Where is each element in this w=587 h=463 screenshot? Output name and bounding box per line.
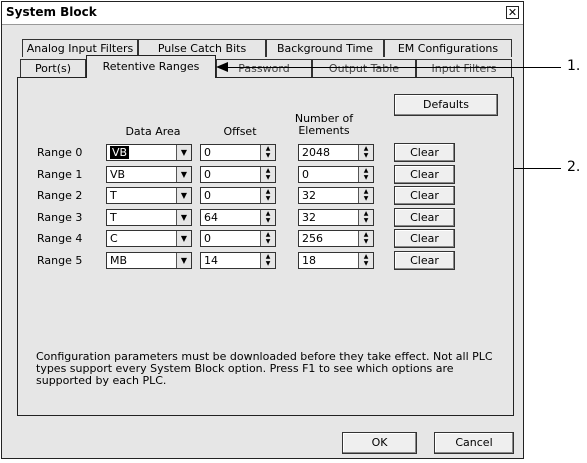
tab-label: Output Table [328, 62, 400, 75]
elements-stepper[interactable]: 32 ▲ ▼ [298, 187, 374, 204]
spin-arrows-icon[interactable]: ▲ ▼ [358, 253, 373, 268]
offset-value: 64 [204, 211, 218, 224]
dropdown-arrow-icon[interactable]: ▼ [176, 210, 191, 225]
offset-value: 0 [204, 146, 211, 159]
offset-stepper[interactable]: 0 ▲ ▼ [200, 187, 276, 204]
elements-value: 32 [302, 189, 316, 202]
spin-arrows-icon[interactable]: ▲ ▼ [358, 145, 373, 160]
spin-arrows-icon[interactable]: ▲ ▼ [260, 167, 275, 182]
elements-stepper[interactable]: 2048 ▲ ▼ [298, 144, 374, 161]
elements-stepper[interactable]: 256 ▲ ▼ [298, 230, 374, 247]
clear-button[interactable]: Clear [394, 251, 455, 270]
elements-value: 32 [302, 211, 316, 224]
tab-input-filters[interactable]: Input Filters [416, 59, 512, 77]
data-area-value: T [110, 189, 117, 202]
elements-stepper[interactable]: 32 ▲ ▼ [298, 209, 374, 226]
callout-label-1: 1. [567, 58, 581, 74]
tab-label: Background Time [276, 42, 374, 55]
elements-value: 256 [302, 232, 323, 245]
callout-label-2: 2. [567, 159, 581, 175]
dropdown-arrow-icon[interactable]: ▼ [176, 253, 191, 268]
tab-label: Retentive Ranges [102, 60, 200, 73]
tab-em-configurations[interactable]: EM Configurations [384, 39, 512, 57]
tab-label: Pulse Catch Bits [157, 42, 247, 55]
offset-value: 14 [204, 254, 218, 267]
spin-arrows-icon[interactable]: ▲ ▼ [260, 210, 275, 225]
tab-label: Port(s) [34, 62, 72, 75]
clear-button[interactable]: Clear [394, 208, 455, 227]
header-data-area: Data Area [125, 125, 181, 138]
retentive-ranges-panel: Defaults Data Area Offset Number of Elem… [17, 77, 514, 416]
spin-arrows-icon[interactable]: ▲ ▼ [358, 167, 373, 182]
tab-output-table[interactable]: Output Table [312, 59, 416, 77]
data-area-select[interactable]: C ▼ [106, 230, 192, 247]
spin-arrows-icon[interactable]: ▲ ▼ [260, 188, 275, 203]
defaults-button[interactable]: Defaults [394, 94, 498, 116]
title-bar: System Block ✕ [2, 2, 523, 25]
callout-arrow-1 [216, 62, 228, 72]
clear-button[interactable]: Clear [394, 186, 455, 205]
tab-label: Password [238, 62, 290, 75]
window-title: System Block [6, 5, 97, 19]
offset-stepper[interactable]: 0 ▲ ▼ [200, 144, 276, 161]
elements-value: 2048 [302, 146, 330, 159]
callout-line-1 [227, 67, 561, 68]
data-area-select[interactable]: MB ▼ [106, 252, 192, 269]
spin-arrows-icon[interactable]: ▲ ▼ [260, 231, 275, 246]
range-row-label: Range 1 [37, 168, 83, 181]
data-area-select[interactable]: T ▼ [106, 209, 192, 226]
elements-stepper[interactable]: 18 ▲ ▼ [298, 252, 374, 269]
dropdown-arrow-icon[interactable]: ▼ [176, 188, 191, 203]
close-button[interactable]: ✕ [506, 6, 519, 19]
spin-arrows-icon[interactable]: ▲ ▼ [358, 188, 373, 203]
range-row-label: Range 3 [37, 211, 83, 224]
range-row-label: Range 4 [37, 232, 83, 245]
clear-button[interactable]: Clear [394, 143, 455, 162]
ok-button[interactable]: OK [342, 432, 417, 454]
data-area-select[interactable]: VB ▼ [106, 166, 192, 183]
data-area-value: T [110, 211, 117, 224]
system-block-dialog: System Block ✕ Analog Input Filters Puls… [1, 1, 524, 459]
data-area-value: VB [110, 146, 130, 159]
elements-value: 0 [302, 168, 309, 181]
offset-stepper[interactable]: 0 ▲ ▼ [200, 230, 276, 247]
elements-stepper[interactable]: 0 ▲ ▼ [298, 166, 374, 183]
tab-label: Input Filters [431, 62, 497, 75]
configuration-note: Configuration parameters must be downloa… [36, 350, 493, 387]
dropdown-arrow-icon[interactable]: ▼ [176, 145, 191, 160]
range-row-label: Range 5 [37, 254, 83, 267]
spin-arrows-icon[interactable]: ▲ ▼ [358, 231, 373, 246]
data-area-value: MB [110, 254, 128, 267]
range-row-label: Range 2 [37, 189, 83, 202]
data-area-value: VB [110, 168, 126, 181]
data-area-select[interactable]: VB ▼ [106, 144, 192, 161]
tab-label: Analog Input Filters [26, 42, 134, 55]
cancel-button[interactable]: Cancel [434, 432, 514, 454]
clear-button[interactable]: Clear [394, 229, 455, 248]
offset-stepper[interactable]: 0 ▲ ▼ [200, 166, 276, 183]
spin-arrows-icon[interactable]: ▲ ▼ [260, 253, 275, 268]
tab-label: EM Configurations [397, 42, 499, 55]
tab-background-time[interactable]: Background Time [266, 39, 384, 57]
elements-value: 18 [302, 254, 316, 267]
spin-arrows-icon[interactable]: ▲ ▼ [358, 210, 373, 225]
header-offset: Offset [223, 125, 257, 138]
clear-button[interactable]: Clear [394, 165, 455, 184]
tab-password[interactable]: Password [216, 59, 312, 77]
offset-value: 0 [204, 232, 211, 245]
data-area-value: C [110, 232, 118, 245]
range-row-label: Range 0 [37, 146, 83, 159]
offset-stepper[interactable]: 14 ▲ ▼ [200, 252, 276, 269]
data-area-select[interactable]: T ▼ [106, 187, 192, 204]
offset-value: 0 [204, 168, 211, 181]
spin-arrows-icon[interactable]: ▲ ▼ [260, 145, 275, 160]
offset-stepper[interactable]: 64 ▲ ▼ [200, 209, 276, 226]
dropdown-arrow-icon[interactable]: ▼ [176, 231, 191, 246]
tab-retentive-ranges[interactable]: Retentive Ranges [86, 55, 216, 78]
tab-ports[interactable]: Port(s) [20, 59, 86, 77]
offset-value: 0 [204, 189, 211, 202]
header-number-of-elements: Number of Elements [294, 112, 354, 137]
dropdown-arrow-icon[interactable]: ▼ [176, 167, 191, 182]
